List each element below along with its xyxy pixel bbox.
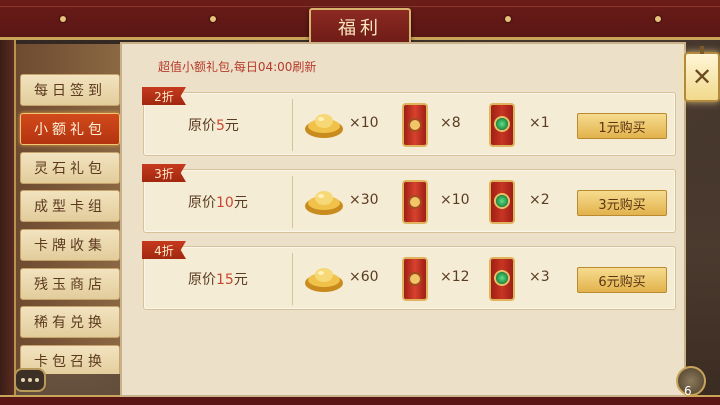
original-price: 原价5元 bbox=[188, 115, 239, 135]
sidebar-item-deck-set[interactable]: 成型卡组 bbox=[20, 190, 120, 222]
sidebar-item-rare-exchange[interactable]: 稀有兑换 bbox=[20, 306, 120, 338]
package-row: 2折 原价5元 ×10 ×8 ×1 1元购买 bbox=[142, 87, 676, 156]
item-quantity: ×1 bbox=[529, 115, 550, 131]
item-quantity: ×2 bbox=[529, 192, 550, 208]
original-price-value: 5 bbox=[216, 118, 225, 134]
sidebar: 每日签到 小额礼包 灵石礼包 成型卡组 卡牌收集 残玉商店 稀有兑换 卡包召换 bbox=[16, 44, 120, 374]
corner-badge-count: 6 bbox=[684, 384, 692, 398]
item-quantity: ×60 bbox=[349, 269, 379, 285]
row-divider bbox=[292, 176, 293, 228]
red-scroll-icon bbox=[402, 180, 428, 224]
frame-ornament-dot bbox=[210, 16, 216, 22]
original-price: 原价15元 bbox=[188, 269, 248, 289]
sidebar-item-daily-signin[interactable]: 每日签到 bbox=[20, 74, 120, 106]
gold-ingot-icon bbox=[305, 268, 343, 292]
left-frame bbox=[0, 40, 16, 400]
chat-icon-dot bbox=[28, 378, 32, 382]
row-divider bbox=[292, 99, 293, 151]
jade-token-icon bbox=[489, 180, 515, 224]
item-quantity: ×12 bbox=[440, 269, 470, 285]
original-price: 原价10元 bbox=[188, 192, 248, 212]
original-price-label: 原价 bbox=[188, 272, 216, 288]
chat-button[interactable] bbox=[14, 368, 46, 392]
package-row: 3折 原价10元 ×30 ×10 ×2 3元购买 bbox=[142, 164, 676, 233]
original-price-unit: 元 bbox=[224, 118, 239, 134]
sidebar-item-card-collection[interactable]: 卡牌收集 bbox=[20, 229, 120, 261]
page-title: 福利 bbox=[309, 8, 411, 46]
original-price-unit: 元 bbox=[233, 272, 248, 288]
row-divider bbox=[292, 253, 293, 305]
discount-tag: 2折 bbox=[142, 87, 186, 105]
original-price-label: 原价 bbox=[188, 118, 216, 134]
sidebar-item-small-pack[interactable]: 小额礼包 bbox=[20, 113, 120, 145]
sidebar-item-spirit-stone-pack[interactable]: 灵石礼包 bbox=[20, 152, 120, 184]
discount-tag: 3折 bbox=[142, 164, 186, 182]
frame-ornament-dot bbox=[655, 16, 661, 22]
item-quantity: ×10 bbox=[349, 115, 379, 131]
gold-ingot-icon bbox=[305, 114, 343, 138]
package-row: 4折 原价15元 ×60 ×12 ×3 6元购买 bbox=[142, 241, 676, 310]
close-button[interactable]: ✕ bbox=[684, 46, 720, 102]
chat-icon-dot bbox=[21, 378, 25, 382]
panel-subtitle: 超值小额礼包,每日04:00刷新 bbox=[158, 60, 317, 74]
buy-button[interactable]: 1元购买 bbox=[577, 113, 667, 139]
frame-ornament-dot bbox=[505, 16, 511, 22]
original-price-label: 原价 bbox=[188, 195, 216, 211]
sidebar-item-jade-shop[interactable]: 残玉商店 bbox=[20, 268, 120, 300]
buy-button[interactable]: 3元购买 bbox=[577, 190, 667, 216]
red-scroll-icon bbox=[402, 103, 428, 147]
red-scroll-icon bbox=[402, 257, 428, 301]
item-quantity: ×10 bbox=[440, 192, 470, 208]
original-price-value: 15 bbox=[216, 272, 234, 288]
buy-button[interactable]: 6元购买 bbox=[577, 267, 667, 293]
discount-tag: 4折 bbox=[142, 241, 186, 259]
gold-ingot-icon bbox=[305, 191, 343, 215]
frame-ornament-dot bbox=[60, 16, 66, 22]
chat-icon-dot bbox=[35, 378, 39, 382]
item-quantity: ×30 bbox=[349, 192, 379, 208]
original-price-value: 10 bbox=[216, 195, 234, 211]
item-quantity: ×3 bbox=[529, 269, 550, 285]
item-quantity: ×8 bbox=[440, 115, 461, 131]
close-icon: ✕ bbox=[691, 63, 713, 91]
jade-token-icon bbox=[489, 257, 515, 301]
original-price-unit: 元 bbox=[233, 195, 248, 211]
jade-token-icon bbox=[489, 103, 515, 147]
